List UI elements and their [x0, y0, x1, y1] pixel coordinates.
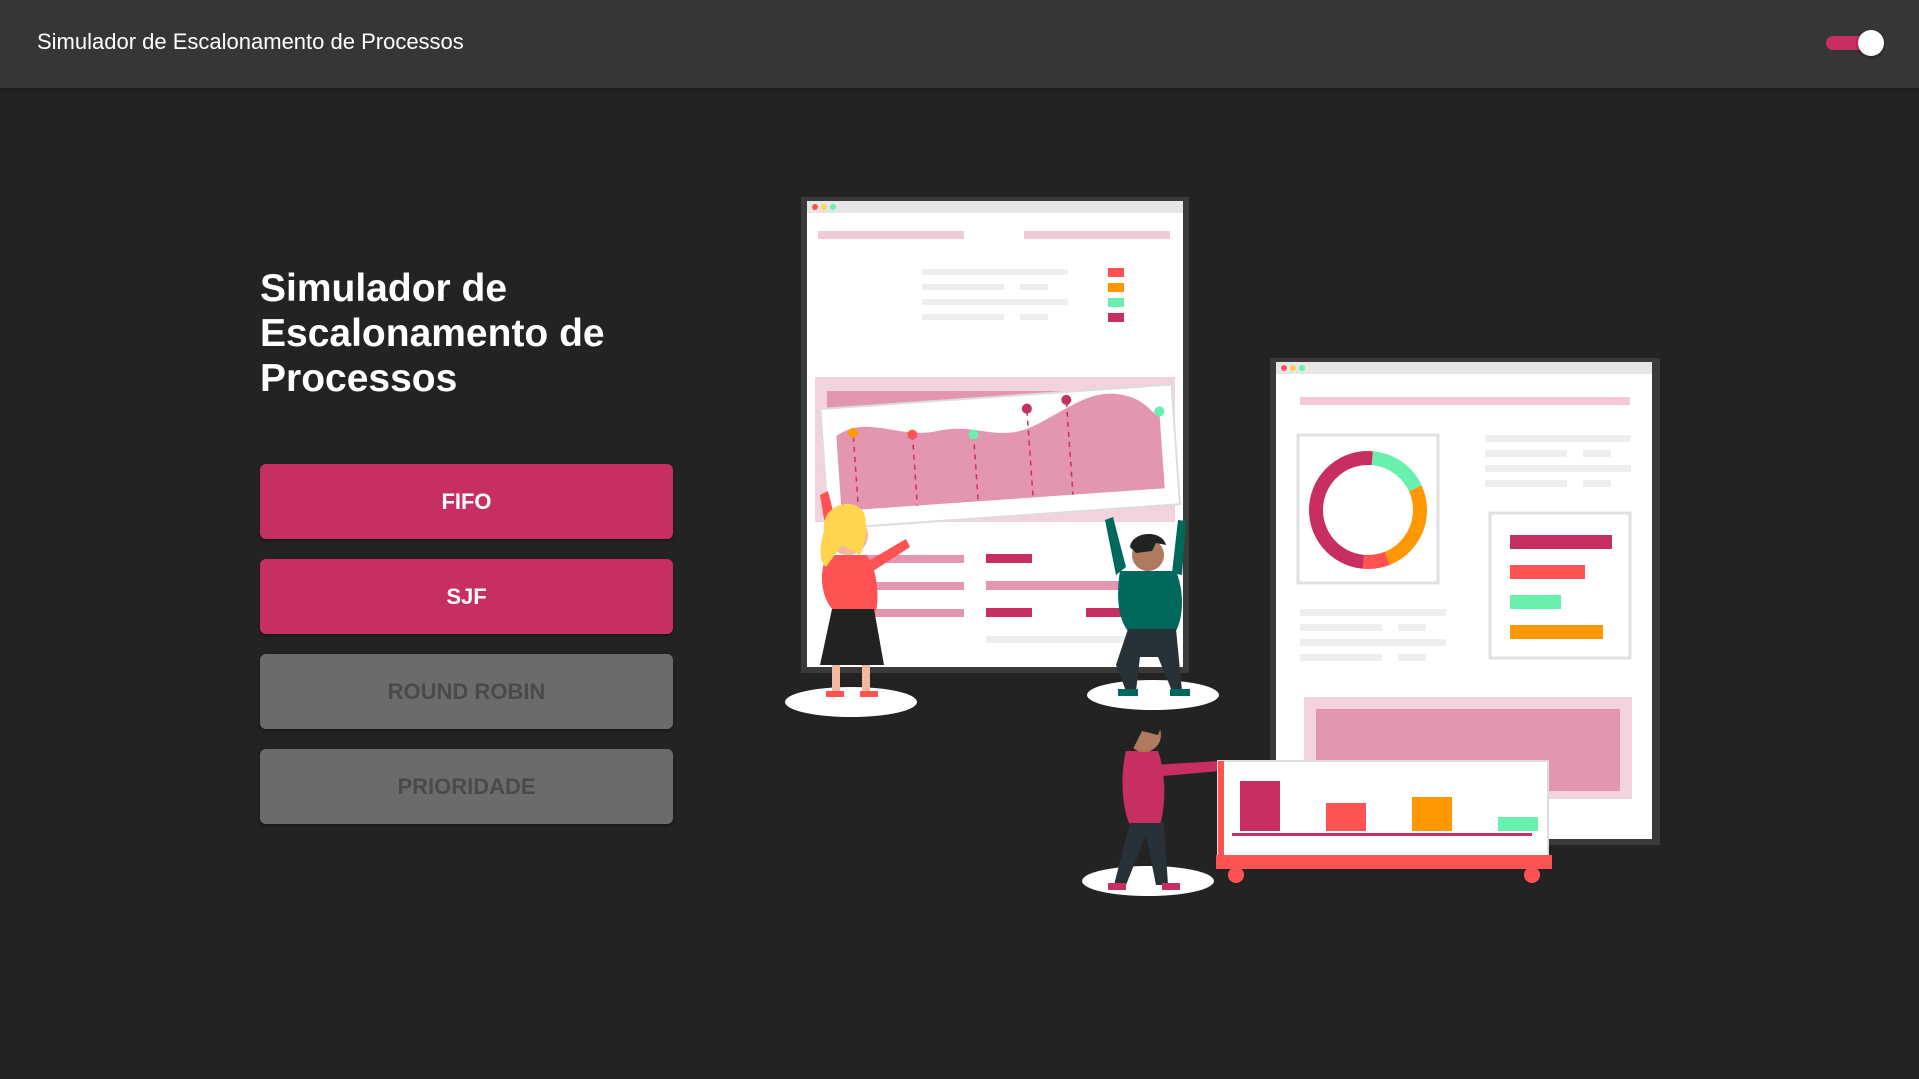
person-pushing-cart	[1108, 714, 1220, 890]
floor-shadow	[1082, 866, 1214, 896]
dashboard-illustration	[785, 197, 1660, 896]
app-bar: Simulador de Escalonamento de Processos	[0, 0, 1919, 88]
theme-toggle-thumb[interactable]	[1858, 30, 1884, 56]
floor-shadow	[1087, 680, 1219, 710]
fifo-button[interactable]: FIFO	[260, 464, 673, 539]
held-chart-card	[819, 383, 1181, 530]
floor-shadow	[785, 687, 917, 717]
theme-toggle[interactable]	[1826, 30, 1884, 56]
app-title: Simulador de Escalonamento de Processos	[37, 29, 464, 54]
cart-bar-chart	[1216, 760, 1552, 883]
prioridade-button[interactable]: PRIORIDADE	[260, 749, 673, 824]
sjf-button[interactable]: SJF	[260, 559, 673, 634]
page-heading: Simulador de Escalonamento de Processos	[260, 267, 605, 400]
round-robin-button[interactable]: ROUND ROBIN	[260, 654, 673, 729]
